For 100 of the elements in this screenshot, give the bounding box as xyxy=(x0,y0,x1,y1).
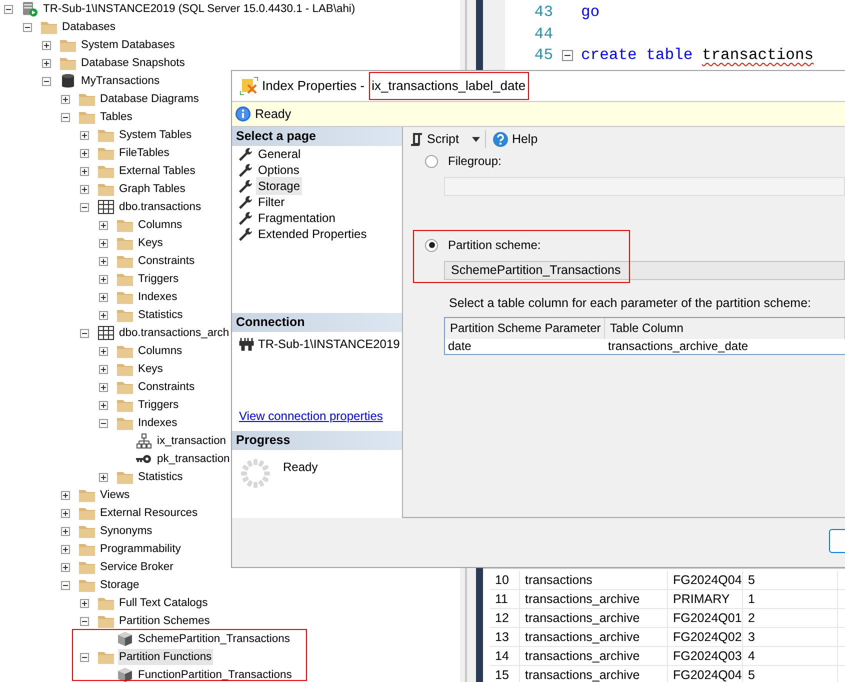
tree-item[interactable]: pk_transaction xyxy=(156,451,231,467)
collapse-toggle[interactable] xyxy=(80,652,89,662)
expand-toggle[interactable] xyxy=(99,364,108,374)
expand-toggle[interactable] xyxy=(80,148,89,158)
tree-item[interactable]: Statistics xyxy=(137,469,184,485)
tree-item[interactable]: External Resources xyxy=(99,505,199,521)
plug-icon xyxy=(238,337,254,351)
tree-item[interactable]: Partition Schemes xyxy=(118,613,211,629)
tree-item[interactable]: Columns xyxy=(137,217,184,233)
expand-toggle[interactable] xyxy=(42,58,51,68)
page-item[interactable]: Extended Properties xyxy=(256,225,369,243)
expand-toggle[interactable] xyxy=(61,562,70,572)
key-icon xyxy=(136,454,152,464)
tree-item[interactable]: Triggers xyxy=(137,397,180,413)
expand-toggle[interactable] xyxy=(61,526,70,536)
tree-item[interactable]: Database Snapshots xyxy=(80,55,186,71)
expand-toggle[interactable] xyxy=(99,220,108,230)
expand-toggle[interactable] xyxy=(42,40,51,50)
tree-item[interactable]: TR-Sub-1\INSTANCE2019 (SQL Server 15.0.4430.1 - LAB\ahi) xyxy=(42,1,356,17)
expand-toggle[interactable] xyxy=(61,544,70,554)
tree-item[interactable]: MyTransactions xyxy=(80,73,161,89)
expand-toggle[interactable] xyxy=(99,382,108,392)
tree-item[interactable]: Statistics xyxy=(137,307,184,323)
tree-item[interactable]: FileTables xyxy=(118,145,170,161)
expand-toggle[interactable] xyxy=(80,598,89,608)
tree-item[interactable]: Views xyxy=(99,487,131,503)
collapse-toggle[interactable] xyxy=(99,418,108,428)
tree-item[interactable]: SchemePartition_Transactions xyxy=(137,631,291,647)
tree-item[interactable]: Tables xyxy=(99,109,134,125)
expand-toggle[interactable] xyxy=(61,508,70,518)
collapse-toggle[interactable] xyxy=(80,616,89,626)
page-item[interactable]: Storage xyxy=(256,177,302,195)
page-item[interactable]: General xyxy=(256,145,303,163)
tree-item[interactable]: Columns xyxy=(137,343,184,359)
page-item[interactable]: Options xyxy=(256,161,302,179)
tree-item[interactable]: Triggers xyxy=(137,271,180,287)
tree-item[interactable]: Keys xyxy=(137,235,164,251)
tree-item[interactable]: Programmability xyxy=(99,541,182,557)
folder-icon xyxy=(79,542,95,556)
tree-item[interactable]: System Databases xyxy=(80,37,176,53)
collapse-toggle[interactable] xyxy=(4,4,13,14)
tree-item[interactable]: dbo.transactions xyxy=(118,199,202,215)
dropdown-field[interactable] xyxy=(444,177,845,196)
collapse-toggle[interactable] xyxy=(80,328,89,338)
tree-item[interactable]: System Tables xyxy=(118,127,193,143)
expand-toggle[interactable] xyxy=(99,346,108,356)
tree-item[interactable]: Synonyms xyxy=(99,523,154,539)
tree-item[interactable]: Indexes xyxy=(137,415,178,431)
tree-item[interactable]: Indexes xyxy=(137,289,178,305)
tree-item[interactable]: Databases xyxy=(61,19,116,35)
folder-icon xyxy=(117,290,133,304)
tree-item[interactable]: Keys xyxy=(137,361,164,377)
dropdown-field[interactable]: SchemePartition_Transactions xyxy=(444,261,845,280)
caret-icon[interactable] xyxy=(472,136,480,142)
tree-item[interactable]: Constraints xyxy=(137,379,196,395)
radio-button[interactable] xyxy=(425,238,438,252)
folder-icon xyxy=(79,578,95,592)
page-item[interactable]: Fragmentation xyxy=(256,209,338,227)
tree-item[interactable]: FunctionPartition_Transactions xyxy=(137,667,293,682)
table-cell-text: transactions_archive_date xyxy=(607,338,750,354)
expand-toggle[interactable] xyxy=(99,472,108,482)
collapse-toggle[interactable] xyxy=(80,202,89,212)
spinner-icon xyxy=(240,458,271,489)
expand-toggle[interactable] xyxy=(99,400,108,410)
script-button[interactable]: Script xyxy=(408,130,461,148)
expand-toggle[interactable] xyxy=(99,310,108,320)
radio-button[interactable] xyxy=(425,154,438,168)
page-item[interactable]: Filter xyxy=(256,193,287,211)
expand-toggle[interactable] xyxy=(99,274,108,284)
properties-icon xyxy=(240,77,258,95)
link[interactable]: View connection properties xyxy=(239,407,402,425)
wrench-icon xyxy=(238,178,252,194)
expand-toggle[interactable] xyxy=(80,130,89,140)
tree-item[interactable]: Database Diagrams xyxy=(99,91,200,107)
help-button[interactable]: Help xyxy=(490,130,540,148)
tree-item[interactable]: Service Broker xyxy=(99,559,174,575)
tree-item[interactable]: Storage xyxy=(99,577,140,593)
tree-item[interactable]: Full Text Catalogs xyxy=(118,595,209,611)
column-header[interactable]: Table Column xyxy=(605,318,845,339)
tree-item[interactable]: External Tables xyxy=(118,163,196,179)
line-number: 44 xyxy=(533,24,553,45)
expand-toggle[interactable] xyxy=(61,94,70,104)
collapse-toggle[interactable] xyxy=(23,22,32,32)
expand-toggle[interactable] xyxy=(80,166,89,176)
expand-toggle[interactable] xyxy=(80,184,89,194)
tree-item[interactable]: Partition Functions xyxy=(118,649,213,665)
tree-item[interactable]: dbo.transactions_arch xyxy=(118,325,230,341)
expand-toggle[interactable] xyxy=(99,238,108,248)
folder-icon xyxy=(98,650,114,664)
expand-toggle[interactable] xyxy=(99,292,108,302)
tree-item[interactable]: Graph Tables xyxy=(118,181,186,197)
collapse-toggle[interactable] xyxy=(562,50,572,62)
collapse-toggle[interactable] xyxy=(61,580,70,590)
expand-toggle[interactable] xyxy=(99,256,108,266)
tree-item[interactable]: Constraints xyxy=(137,253,196,269)
column-header[interactable]: Partition Scheme Parameter xyxy=(445,318,605,339)
collapse-toggle[interactable] xyxy=(42,76,51,86)
tree-item[interactable]: ix_transaction xyxy=(156,433,228,449)
collapse-toggle[interactable] xyxy=(61,112,70,122)
expand-toggle[interactable] xyxy=(61,490,70,500)
